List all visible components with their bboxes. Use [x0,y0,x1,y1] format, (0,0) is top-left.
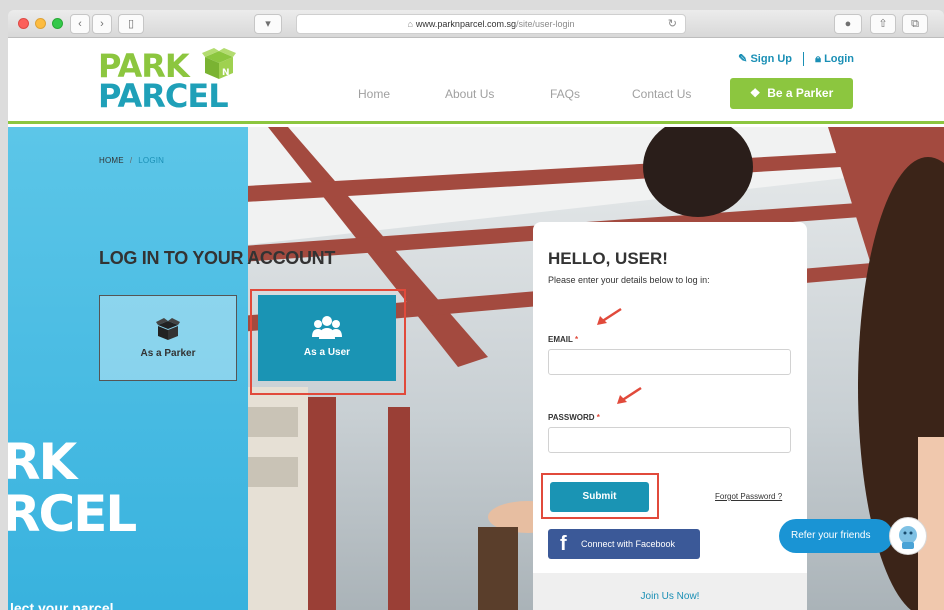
connect-with-facebook-button[interactable]: f Connect with Facebook [548,529,700,559]
signup-label: Sign Up [750,53,793,65]
facebook-icon: f [560,533,567,555]
pocket-icon[interactable]: ▾ [254,14,282,34]
nav-about-us[interactable]: About Us [445,87,494,101]
divider [803,52,805,67]
close-window-button[interactable] [18,18,29,29]
be-a-parker-label: Be a Parker [767,86,834,100]
pencil-icon: ✎ [738,53,748,65]
reload-icon[interactable]: ↻ [668,15,677,33]
join-us-link[interactable]: Join Us Now! [641,591,700,602]
page-title: LOG IN TO YOUR ACCOUNT [99,248,336,268]
password-field[interactable] [548,427,791,453]
refer-friends-button[interactable]: Refer your friends [779,519,893,553]
form-heading: HELLO, USER! [548,249,668,268]
address-bar[interactable]: ⌂ www.parknparcel.com.sg/site/user-login … [296,14,686,34]
logo-text-parcel: PARCEL [98,77,229,115]
facebook-button-label: Connect with Facebook [581,539,676,549]
forgot-password-link[interactable]: Forgot Password ? [715,492,782,501]
refer-mascot-icon[interactable] [889,517,927,555]
login-form-card: HELLO, USER! Please enter your details b… [533,222,807,610]
password-label: PASSWORD * [548,413,600,422]
email-label-text: EMAIL [548,335,573,344]
nav-faqs[interactable]: FAQs [550,87,580,101]
mascot-icon [899,526,917,549]
box-icon: ❖ [749,86,761,100]
banner-tagline: lect your parcel [10,600,114,610]
as-a-user-highlight [250,289,406,395]
site-header: PARK PARCEL N ✎ Sign Up 🔒︎ Login Home Ab… [8,38,944,124]
breadcrumb-home[interactable]: HOME [99,156,124,165]
join-bar: Join Us Now! [533,573,807,610]
login-label: Login [824,53,854,65]
email-label: EMAIL * [548,335,578,344]
login-link[interactable]: 🔒︎ Login [815,53,854,66]
download-icon[interactable]: ● [834,14,862,34]
forward-icon[interactable]: › [92,14,112,34]
banner-text-parcel: RCEL [8,485,137,543]
email-required-mark: * [574,335,579,344]
submit-highlight [541,473,659,519]
banner-text-park: RK [8,433,77,491]
account-links: ✎ Sign Up 🔒︎ Login [738,52,854,67]
email-field[interactable] [548,349,791,375]
annotation-arrow-icon [597,307,622,325]
browser-toolbar: ‹ › ▯ ▾ ⌂ www.parknparcel.com.sg/site/use… [8,10,944,38]
annotation-arrow-icon [617,386,642,404]
lock-icon: 🔒︎ [815,53,821,65]
url-host: www.parknparcel.com.sg [415,19,516,29]
back-icon[interactable]: ‹ [70,14,90,34]
url-path: /site/user-login [515,19,575,29]
nav-home[interactable]: Home [358,87,390,101]
breadcrumb-current: LOGIN [138,156,165,165]
breadcrumb: HOME / LOGIN [99,156,165,165]
refer-friends-label: Refer your friends [791,530,871,541]
password-label-text: PASSWORD [548,413,595,422]
form-instructions: Please enter your details below to log i… [548,275,710,285]
as-a-parker-label: As a Parker [140,348,196,359]
box-icon [156,318,180,340]
svg-text:N: N [222,68,230,78]
minimize-window-button[interactable] [35,18,46,29]
park-n-parcel-logo[interactable]: PARK PARCEL N [98,46,248,116]
web-page: PARK PARCEL N ✎ Sign Up 🔒︎ Login Home Ab… [8,38,944,610]
share-icon[interactable]: ⇧ [870,14,896,34]
nav-contact-us[interactable]: Contact Us [632,87,691,101]
be-a-parker-button[interactable]: ❖ Be a Parker [730,78,853,109]
sidebar-icon[interactable]: ▯ [118,14,144,34]
lock-icon: ⌂ [407,19,413,29]
password-required-mark: * [596,413,600,422]
as-a-parker-option[interactable]: As a Parker [99,295,237,381]
zoom-window-button[interactable] [52,18,63,29]
signup-link[interactable]: ✎ Sign Up [738,52,792,65]
box-logo-icon: N [202,48,236,79]
tabs-icon[interactable]: ⧉ [902,14,928,34]
